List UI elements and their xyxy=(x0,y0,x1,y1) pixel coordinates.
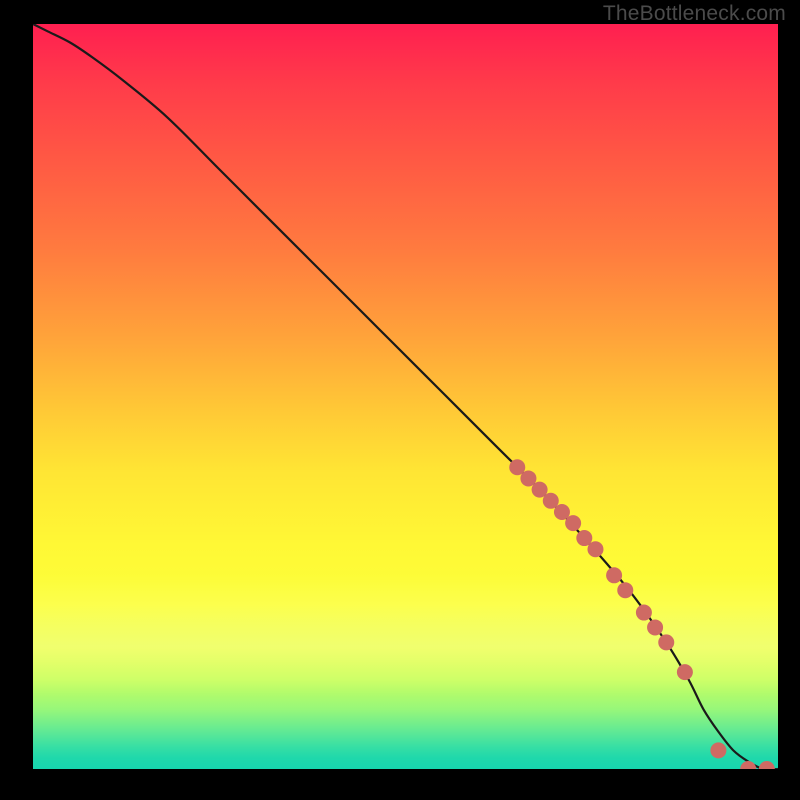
curve-layer xyxy=(33,24,778,769)
dot xyxy=(617,582,633,598)
plot-area xyxy=(33,24,778,769)
dot xyxy=(677,664,693,680)
bottleneck-curve xyxy=(33,24,778,769)
dot xyxy=(759,761,775,769)
dot xyxy=(606,567,622,583)
dot xyxy=(647,619,663,635)
dot xyxy=(740,761,756,769)
highlighted-dots xyxy=(509,459,775,769)
dot xyxy=(636,605,652,621)
dot xyxy=(658,634,674,650)
dot xyxy=(565,515,581,531)
watermark-text: TheBottleneck.com xyxy=(603,2,786,26)
chart-frame: TheBottleneck.com xyxy=(0,0,800,800)
dot xyxy=(587,541,603,557)
dot xyxy=(710,742,726,758)
